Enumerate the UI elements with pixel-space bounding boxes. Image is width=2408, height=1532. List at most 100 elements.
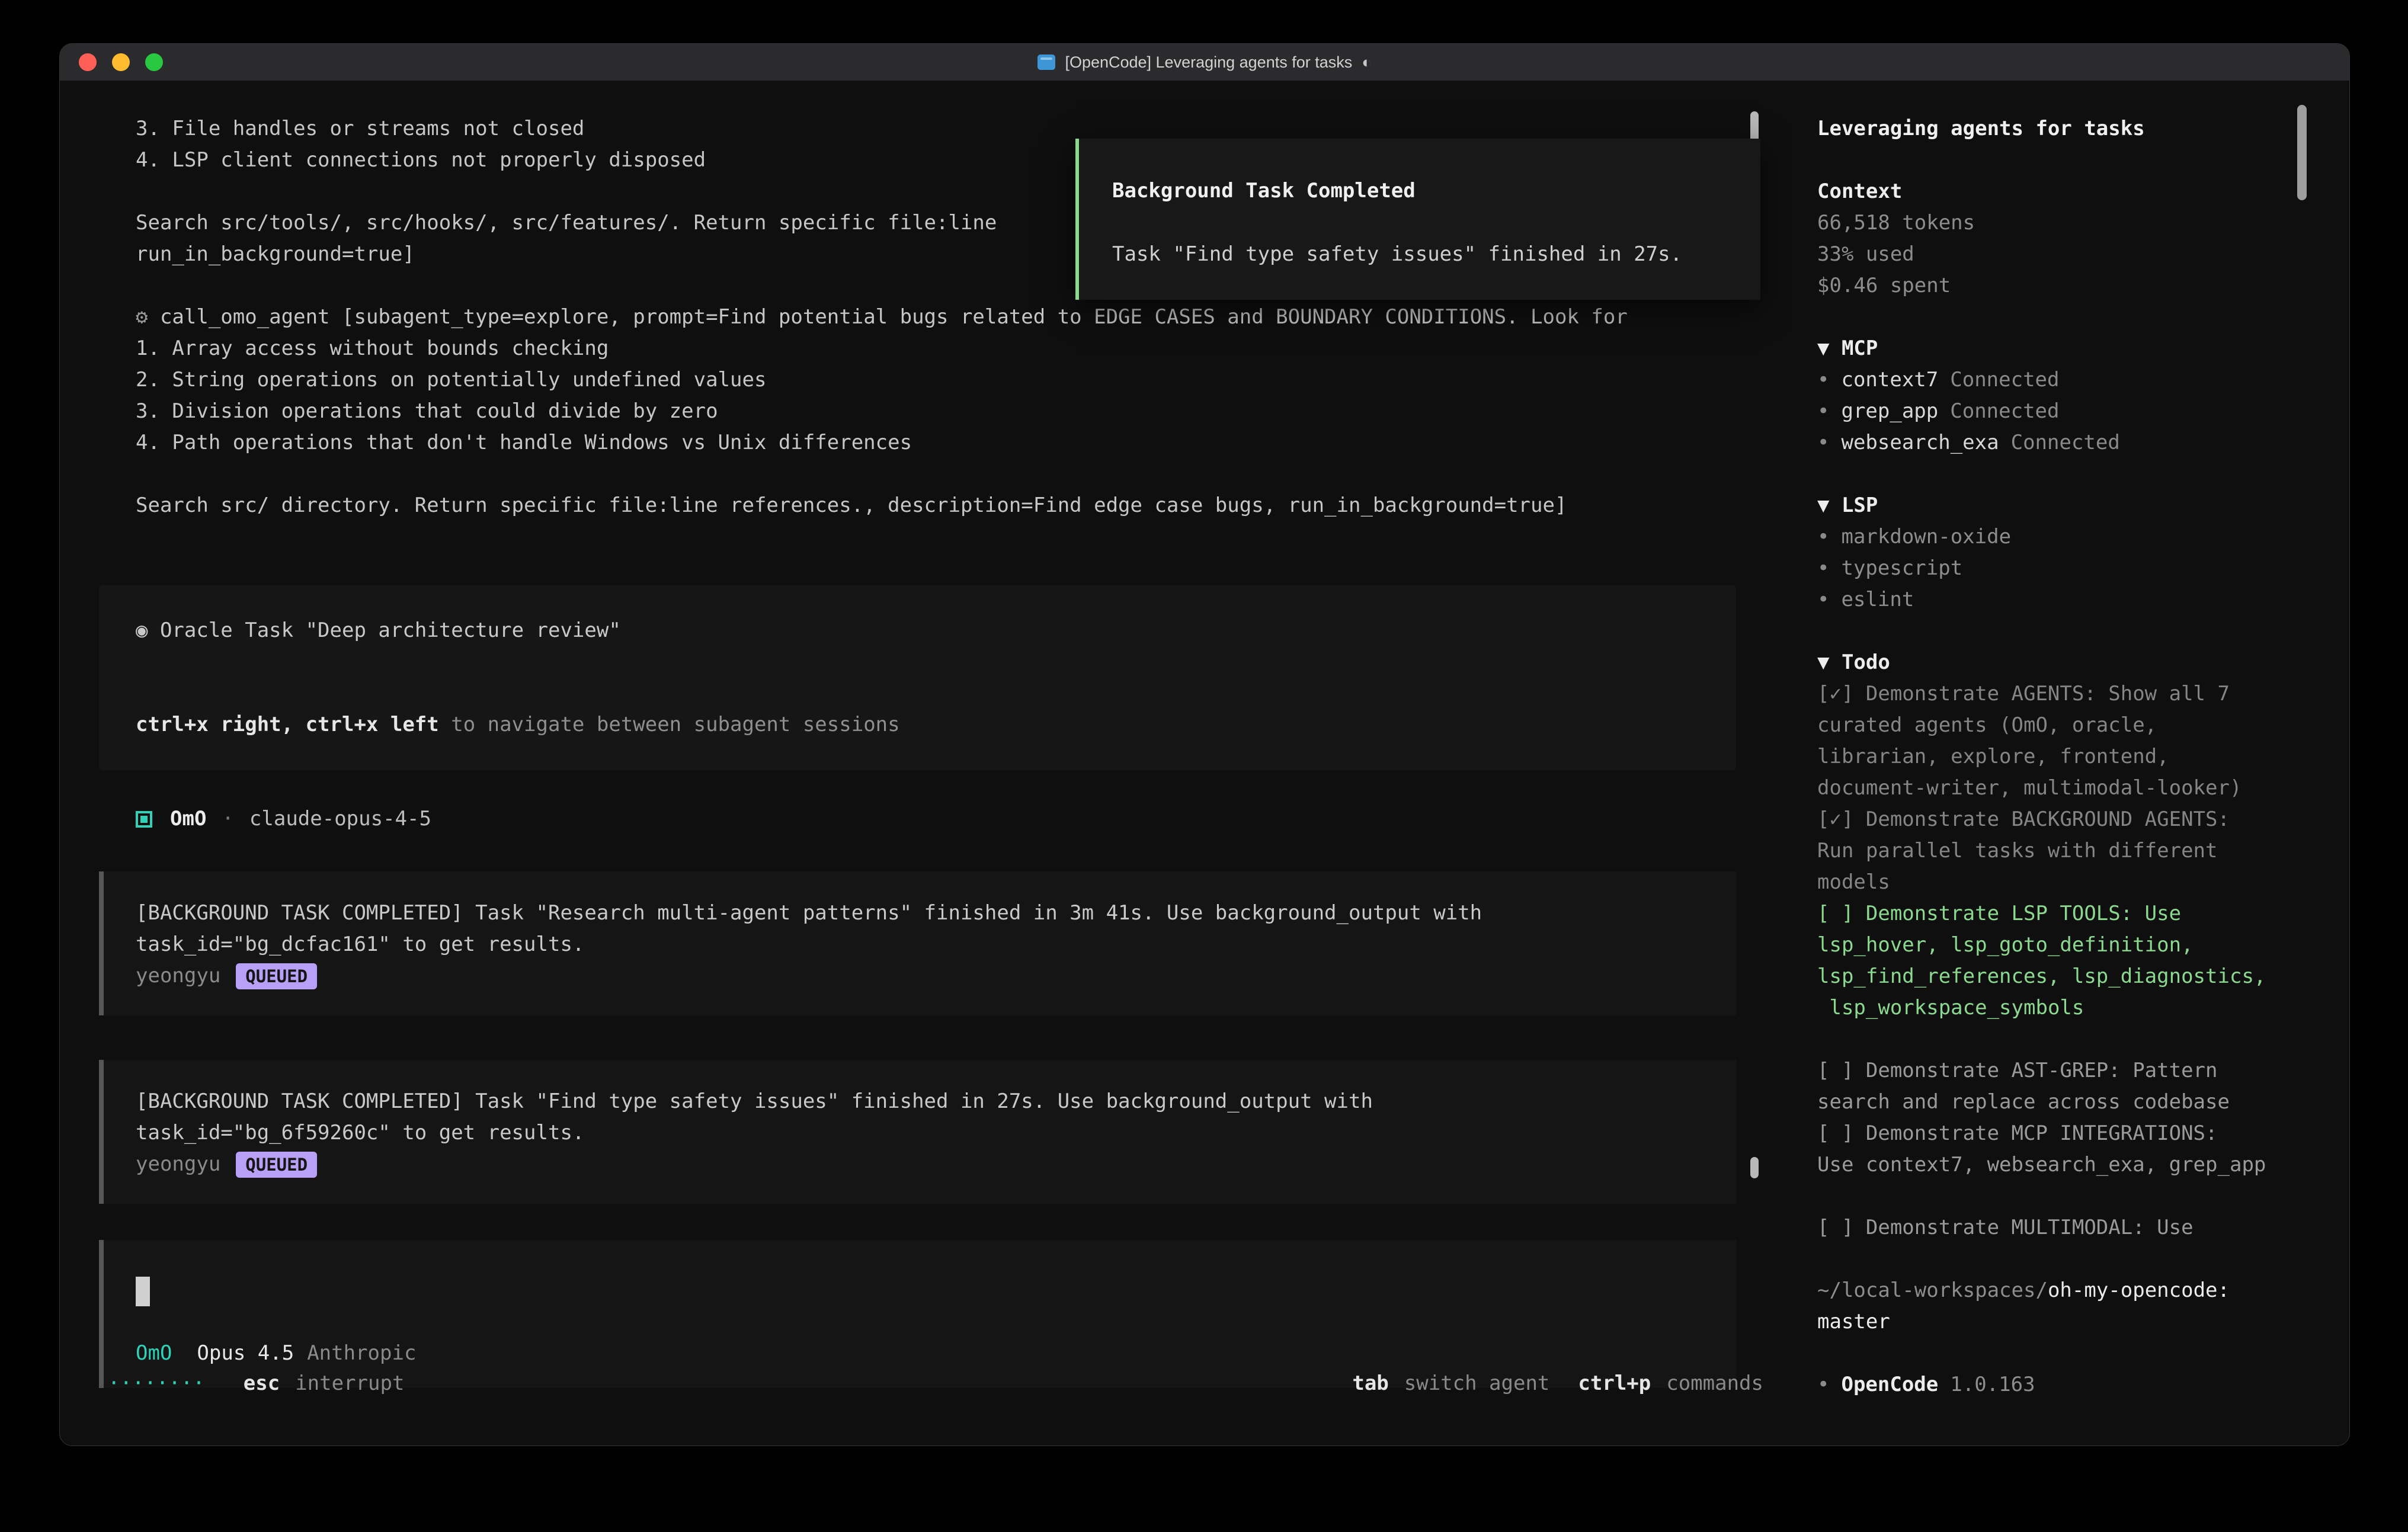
message-author: yeongyu — [136, 960, 220, 992]
lsp-item: • typescript — [1817, 553, 2285, 584]
input-model-name: Opus 4.5 — [197, 1338, 294, 1369]
input-line — [136, 1275, 1712, 1307]
terminal-output-block: 1. Array access without bounds checking … — [136, 333, 1736, 459]
toast-body: Task "Find type safety issues" finished … — [1112, 239, 1737, 270]
queued-badge: QUEUED — [236, 963, 317, 989]
mcp-item: • context7 Connected — [1817, 364, 2285, 396]
lsp-item: •eslint — [1817, 584, 2285, 616]
screen: [OpenCode] Leveraging agents for tasks ◐… — [0, 0, 2408, 1532]
todo-item-active: [ ] Demonstrate LSP TOOLS: Use lsp_hover… — [1817, 898, 2285, 1024]
background-task-message: [BACKGROUND TASK COMPLETED] Task "Find t… — [99, 1060, 1736, 1204]
oracle-task-title: Oracle Task "Deep architecture review" — [160, 618, 621, 642]
traffic-lights — [79, 44, 163, 81]
app-version-footer: •OpenCode1.0.163 — [1817, 1369, 2285, 1400]
background-task-toast: Background Task Completed Task "Find typ… — [1075, 139, 1760, 300]
bullet-icon: • — [1817, 399, 1829, 423]
input-agent-name: OmO — [136, 1338, 172, 1369]
mcp-status: Connected — [1950, 368, 2059, 392]
lsp-item: • markdown-oxide — [1817, 521, 2285, 553]
workspace-branch: master — [1817, 1306, 2285, 1338]
todo-item: [ ] Demonstrate AST-GREP: Pattern search… — [1817, 1055, 2285, 1118]
window-body: 3. File handles or streams not closed 4.… — [60, 81, 2349, 1446]
tool-call-line: ⚙ call_omo_agent [subagent_type=explore,… — [136, 302, 1736, 333]
sidebar-scrollbar-thumb[interactable] — [2297, 105, 2307, 200]
message-text: [BACKGROUND TASK COMPLETED] Task "Resear… — [136, 898, 1712, 960]
text-cursor — [136, 1277, 150, 1306]
commands-hint: ctrl+p commands — [1578, 1368, 1763, 1399]
lsp-name: markdown-oxide — [1841, 525, 2011, 549]
todo-item: [ ] Demonstrate MCP INTEGRATIONS: Use co… — [1817, 1118, 2285, 1181]
message-author: yeongyu — [136, 1149, 220, 1180]
bullet-icon: • — [1817, 431, 1829, 454]
todo-item: [✓] Demonstrate BACKGROUND AGENTS: Run p… — [1817, 804, 2285, 898]
zoom-window-button[interactable] — [145, 53, 163, 71]
mcp-name: context7 — [1841, 368, 1938, 392]
tool-call-text: call_omo_agent [subagent_type=explore, p… — [160, 305, 1628, 329]
todo-item: [✓] Demonstrate AGENTS: Show all 7 curat… — [1817, 678, 2285, 804]
bullet-icon: • — [1817, 368, 1829, 392]
app-name: OpenCode — [1841, 1373, 1938, 1396]
prompt-input[interactable]: OmO Opus 4.5 Anthropic — [99, 1240, 1736, 1388]
close-window-button[interactable] — [79, 53, 97, 71]
document-icon — [1038, 55, 1055, 70]
agent-name: OmO — [170, 803, 206, 835]
background-task-message: [BACKGROUND TASK COMPLETED] Task "Resear… — [99, 871, 1736, 1015]
hint-keys: ctrl+x right, ctrl+x left — [136, 713, 439, 736]
minimize-window-button[interactable] — [112, 53, 130, 71]
context-tokens: 66,518 tokens — [1817, 207, 2285, 239]
esc-key-hint: esc — [244, 1368, 280, 1399]
workspace-path: ~/local-workspaces/oh-my-opencode: — [1817, 1275, 2285, 1306]
window-title: [OpenCode] Leveraging agents for tasks — [1065, 44, 1352, 81]
ctrlp-key-label: commands — [1666, 1368, 1763, 1399]
agent-square-icon — [136, 811, 152, 828]
oracle-navigation-hint: ctrl+x right, ctrl+x left to navigate be… — [136, 678, 1712, 741]
agent-header: OmO · claude-opus-4-5 — [136, 803, 1736, 835]
input-provider-name: Anthropic — [307, 1338, 416, 1369]
tab-key-hint: tab — [1352, 1368, 1388, 1399]
model-selector-row[interactable]: OmO Opus 4.5 Anthropic — [136, 1338, 1712, 1369]
message-text: [BACKGROUND TASK COMPLETED] Task "Find t… — [136, 1086, 1712, 1149]
context-used: 33% used — [1817, 239, 2285, 270]
spinner-dots: ········ — [108, 1368, 205, 1399]
oracle-task-title-line: ◉ Oracle Task "Deep architecture review" — [136, 615, 1712, 646]
queued-badge: QUEUED — [236, 1152, 317, 1178]
mcp-status: Connected — [1950, 399, 2059, 423]
gear-icon: ⚙ — [136, 305, 160, 329]
mcp-item: •websearch_exaConnected — [1817, 427, 2285, 459]
workspace-path-prefix: ~/local-workspaces/ — [1817, 1278, 2048, 1302]
status-bar: ········ esc interrupt tab switch agent … — [60, 1368, 1793, 1399]
message-meta: yeongyu QUEUED — [136, 1149, 1712, 1180]
lsp-name: typescript — [1841, 556, 1962, 580]
lsp-name: eslint — [1841, 588, 1914, 611]
interrupt-hint: esc interrupt — [244, 1368, 405, 1399]
scrollbar-thumb[interactable] — [1750, 1157, 1759, 1178]
bullet-icon: • — [1817, 525, 1829, 549]
opencode-window: [OpenCode] Leveraging agents for tasks ◐… — [59, 43, 2350, 1446]
message-meta: yeongyu QUEUED — [136, 960, 1712, 992]
mcp-section-header[interactable]: ▼ MCP — [1817, 333, 2285, 364]
session-title: Leveraging agents for tasks — [1817, 113, 2285, 145]
todo-section-header[interactable]: ▼ Todo — [1817, 647, 2285, 678]
separator-dot: · — [222, 803, 233, 835]
mcp-item: • grep_app Connected — [1817, 396, 2285, 427]
title-bar[interactable]: [OpenCode] Leveraging agents for tasks ◐ — [60, 44, 2349, 81]
bullet-icon: • — [1817, 556, 1829, 580]
oracle-task-panel: ◉ Oracle Task "Deep architecture review"… — [99, 585, 1736, 770]
switch-agent-hint: tab switch agent — [1352, 1368, 1549, 1399]
mcp-status: Connected — [2011, 431, 2120, 454]
toast-title: Background Task Completed — [1112, 175, 1737, 207]
terminal-pane: 3. File handles or streams not closed 4.… — [60, 81, 1793, 1446]
lsp-section-header[interactable]: ▼ LSP — [1817, 490, 2285, 521]
ctrlp-key-hint: ctrl+p — [1578, 1368, 1651, 1399]
todo-item: [ ] Demonstrate MULTIMODAL: Use — [1817, 1212, 2285, 1243]
session-sidebar: Leveraging agents for tasks Context 66,5… — [1793, 81, 2349, 1446]
window-title-group: [OpenCode] Leveraging agents for tasks ◐ — [1038, 44, 1371, 81]
app-version: 1.0.163 — [1950, 1373, 2035, 1396]
context-header: Context — [1817, 176, 2285, 207]
tab-key-label: switch agent — [1404, 1368, 1550, 1399]
workspace-repo: oh-my-opencode: — [2048, 1278, 2230, 1302]
mcp-name: grep_app — [1841, 399, 1938, 423]
terminal-output-block: Search src/ directory. Return specific f… — [136, 490, 1736, 521]
esc-key-label: interrupt — [295, 1368, 404, 1399]
record-icon: ◉ — [136, 618, 160, 642]
